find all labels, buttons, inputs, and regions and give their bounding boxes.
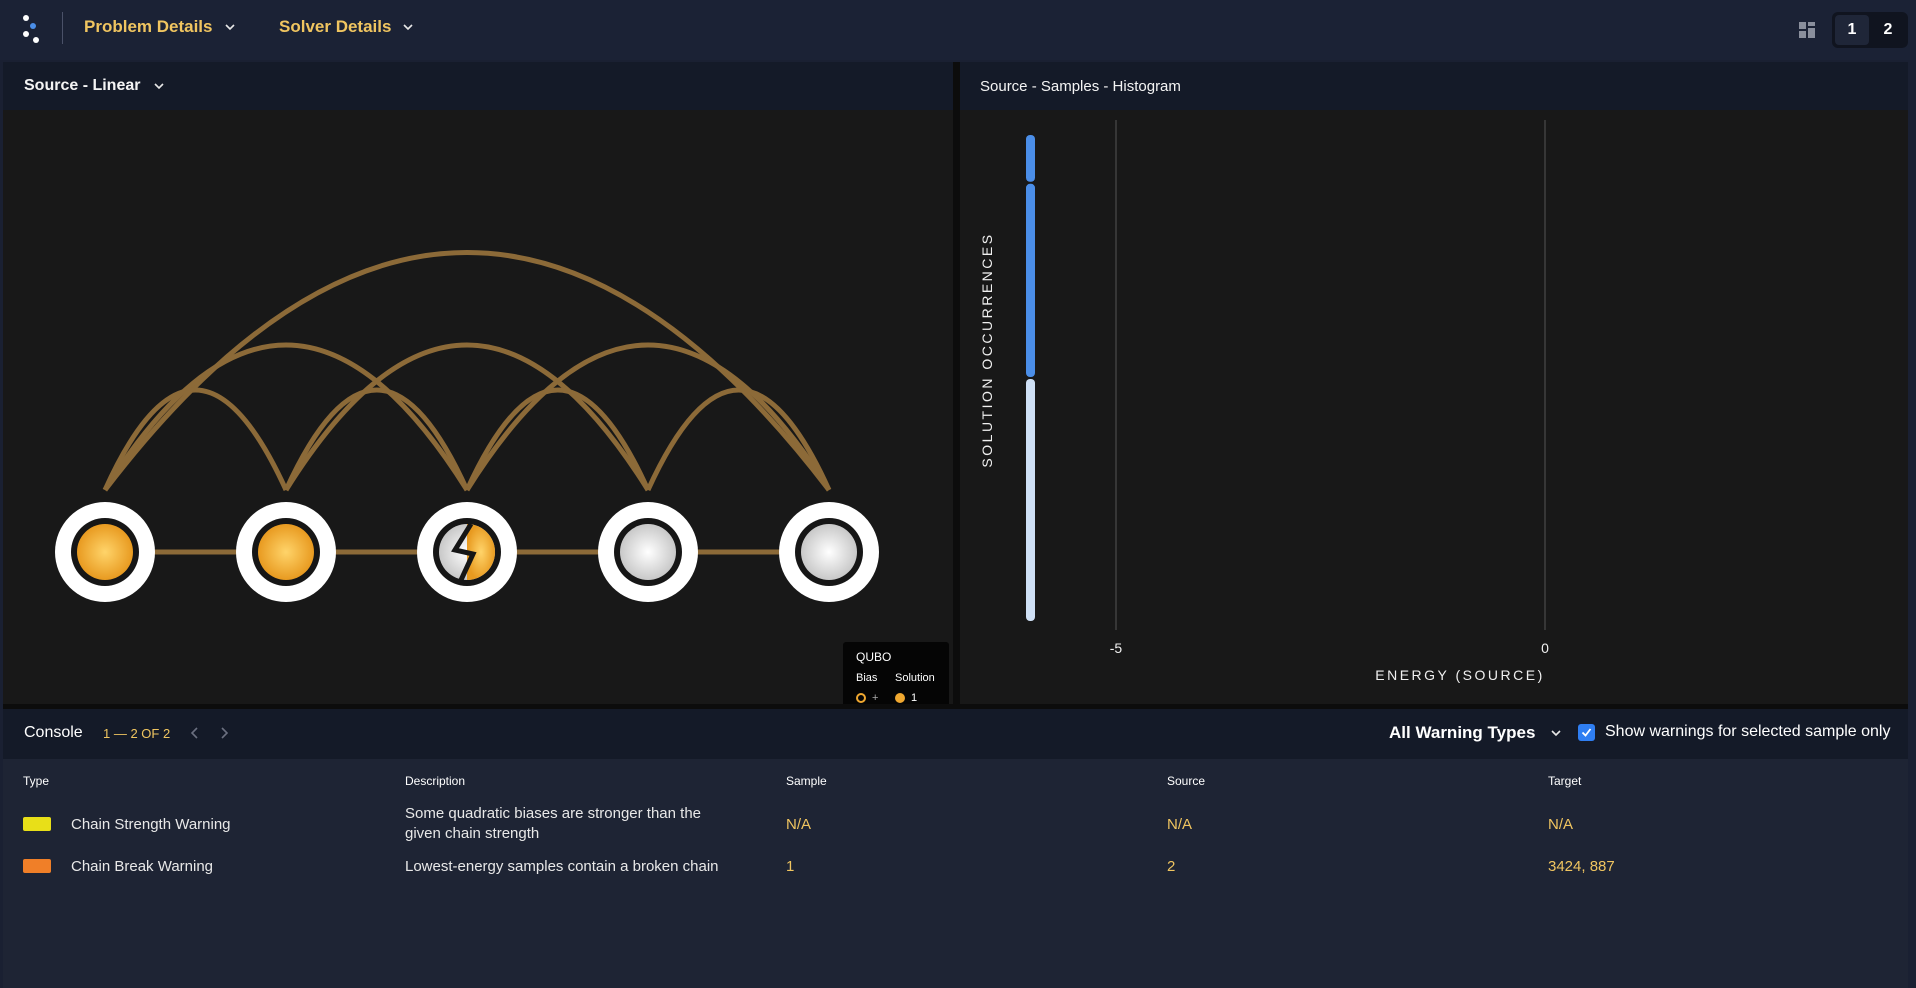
warning-color-swatch [23,859,51,873]
warning-type-label: All Warning Types [1389,723,1536,742]
histogram-panel: Source - Samples - Histogram -5 0 ENERGY (… [960,62,1908,704]
legend-title: QUBO [856,650,892,664]
graph-edge [103,250,831,492]
view-toggle: 1 2 [1832,12,1908,48]
checkbox-label: Show warnings for selected sample only [1605,723,1891,740]
graph-edge [102,387,289,492]
graph-edge [464,342,832,492]
console-title: Console [24,724,83,741]
legend-solution-one: 1 [911,691,918,704]
console-page-indicator: 1 — 2 OF 2 [103,726,171,741]
x-axis-label: ENERGY (SOURCE) [1375,667,1544,683]
panel-resize-handle-vertical[interactable] [953,62,960,708]
problem-graph [55,250,879,602]
graph-edge [464,387,651,492]
graph-edge [102,342,470,492]
solution-one-icon [895,692,905,703]
column-header-description: Description [405,773,466,788]
checkbox-checked-icon[interactable] [1578,723,1595,741]
warning-description: Some quadratic biases are stronger than … [405,805,702,842]
table-row[interactable]: Chain Strength Warning Some quadratic bi… [3,802,1908,846]
histogram-bar-segment[interactable] [1026,183,1035,377]
panel-header: Source - Samples - Histogram [960,62,1908,110]
warning-type: Chain Break Warning [71,857,214,875]
graph-node-4[interactable] [598,502,698,602]
chevron-down-icon [1551,730,1561,737]
histogram-bar-segment[interactable] [1026,379,1035,621]
chevron-down-icon [224,24,235,31]
histogram-chart: -5 0 ENERGY (SOURCE) SOLUTION OCCURRENCES [979,120,1549,683]
warning-sample: N/A [786,815,812,833]
panel-title: Source - Samples - Histogram [980,77,1181,95]
column-header-sample: Sample [786,773,827,788]
table-row[interactable]: Chain Break Warning Lowest-energy sample… [3,846,1908,886]
graph-node-5[interactable] [779,502,879,602]
x-tick-label: 0 [1541,640,1549,656]
bias-positive-icon [856,692,866,703]
histogram-bar-segment[interactable] [1026,135,1035,182]
solver-details-menu[interactable]: Solver Details [279,17,415,37]
chevron-left-icon[interactable] [187,725,203,741]
source-linear-panel: Source - Linear QUBO Bias Solution + 1 [3,62,953,757]
graph-node-3-broken-chain[interactable] [417,502,517,602]
warning-color-swatch [23,817,51,831]
warning-type: Chain Strength Warning [71,815,231,833]
legend-solution-header: Solution [895,672,935,684]
chevron-down-icon [154,83,165,90]
panel-title: Source - Linear [24,77,141,94]
graph-node-2[interactable] [236,502,336,602]
warning-target: N/A [1548,815,1574,833]
chevron-right-icon[interactable] [216,725,232,741]
top-bar: Problem Details Solver Details 1 2 [0,0,1916,60]
view-button-2[interactable]: 2 [1871,15,1905,45]
warning-sample: 1 [786,857,795,875]
selected-sample-checkbox[interactable]: Show warnings for selected sample only [1578,723,1890,741]
console-header: Console 1 — 2 OF 2 All Warning Types Sho… [3,709,1908,759]
view-controls: 1 2 [1798,12,1908,48]
legend-bias-header: Bias [856,672,878,684]
graph-node-1[interactable] [55,502,155,602]
console-panel: Console 1 — 2 OF 2 All Warning Types Sho… [3,709,1908,988]
view-button-1[interactable]: 1 [1835,15,1869,45]
warning-source: 2 [1167,857,1176,875]
problem-details-label: Problem Details [84,17,213,36]
column-header-target: Target [1548,773,1582,788]
layout-grid-icon[interactable] [1798,21,1816,39]
divider [62,12,63,44]
y-axis-label: SOLUTION OCCURRENCES [979,232,995,467]
graph-edge [283,342,651,492]
graph-edge [283,387,470,492]
solver-details-label: Solver Details [279,17,392,36]
panel-header[interactable]: Source - Linear [3,62,953,110]
warning-source: N/A [1167,815,1193,833]
graph-edge [645,387,832,492]
column-header-source: Source [1167,773,1206,788]
warnings-table: Type Description Sample Source Target Ch… [3,759,1908,886]
chevron-down-icon [403,24,414,31]
legend-bias-plus: + [872,691,879,704]
problem-details-menu[interactable]: Problem Details [84,17,237,37]
warning-type-select[interactable]: All Warning Types [1389,723,1563,743]
warning-description: Lowest-energy samples contain a broken c… [405,857,719,875]
column-header-type: Type [23,773,50,788]
warning-target: 3424, 887 [1548,857,1615,875]
x-tick-label: -5 [1110,640,1123,656]
app-logo[interactable] [22,14,46,44]
